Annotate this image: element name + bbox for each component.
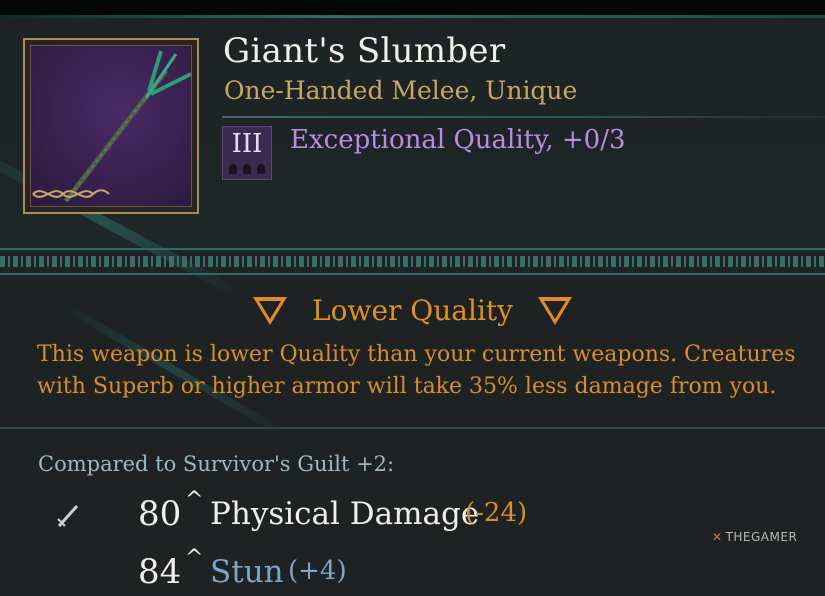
watermark-text: THEGAMER xyxy=(725,530,798,544)
stat-value: 80 xyxy=(138,494,182,534)
warning-triangle-icon xyxy=(252,296,287,325)
stat-diff: (+4) xyxy=(288,556,347,586)
quality-tier-badge: III xyxy=(222,126,272,180)
header-divider xyxy=(222,116,825,118)
stat-value: 84 xyxy=(138,552,182,592)
portrait-background xyxy=(30,45,192,207)
quality-label: Exceptional Quality, +0/3 xyxy=(290,125,626,155)
item-name: Giant's Slumber xyxy=(223,31,506,71)
thegamer-logo-icon: ✕ xyxy=(712,530,723,544)
ornate-divider xyxy=(0,248,825,276)
quality-tier: III xyxy=(231,129,263,159)
comparison-label: Compared to Survivor's Guilt +2: xyxy=(38,452,395,476)
stat-row-stun: 84 ^ Stun (+4) xyxy=(0,546,825,596)
warning-triangle-icon xyxy=(538,296,573,325)
top-bar xyxy=(0,0,825,15)
stat-label: Stun xyxy=(210,554,284,590)
item-portrait xyxy=(23,38,199,214)
ornament-icon xyxy=(32,189,110,198)
warning-title: Lower Quality xyxy=(312,294,513,327)
stat-up-caret: ^ xyxy=(185,546,204,571)
sword-icon xyxy=(57,504,79,528)
item-type: One-Handed Melee, Unique xyxy=(224,76,578,105)
quality-pips-icon xyxy=(223,162,271,177)
stat-label: Physical Damage xyxy=(210,496,480,532)
stat-up-caret: ^ xyxy=(185,488,204,513)
section-divider xyxy=(0,427,825,429)
lower-quality-warning: Lower Quality xyxy=(0,294,825,327)
warning-body: This weapon is lower Quality than your c… xyxy=(37,342,796,399)
stat-row-physical-damage: 80 ^ Physical Damage (-24) xyxy=(0,488,825,538)
stat-diff: (-24) xyxy=(465,498,528,528)
watermark: ✕ THEGAMER xyxy=(712,530,797,544)
